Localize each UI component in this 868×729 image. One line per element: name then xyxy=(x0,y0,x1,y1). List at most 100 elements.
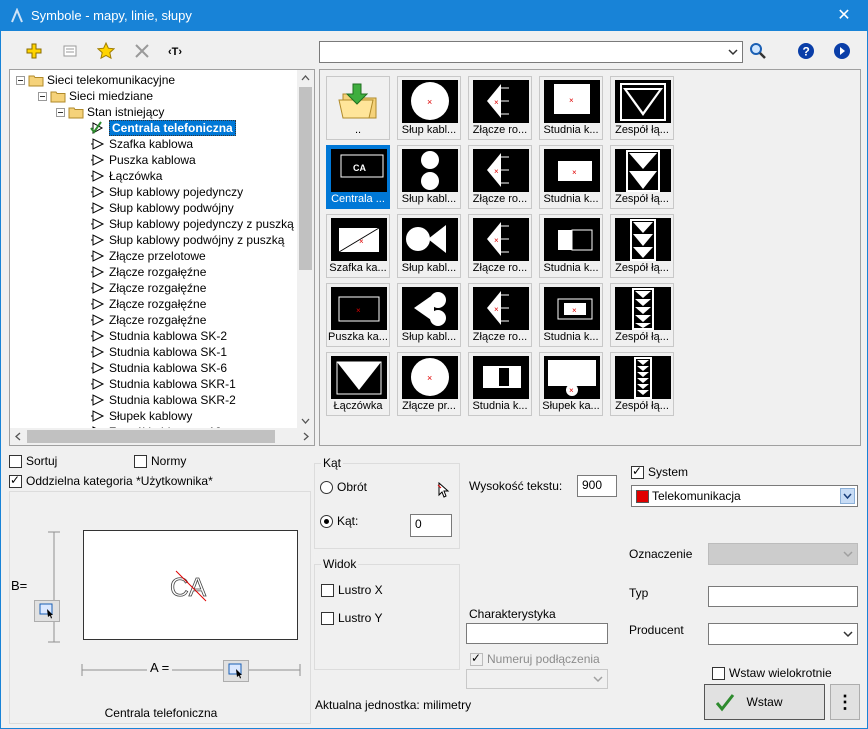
symbol-tile[interactable]: Studnia k... xyxy=(468,352,532,416)
insert-button[interactable]: Wstaw xyxy=(704,684,825,720)
tree-item[interactable]: Puszka kablowa xyxy=(90,152,196,168)
symbol-tile[interactable]: Łączówka xyxy=(326,352,390,416)
tree-item[interactable]: Studnia kablowa SKR-2 xyxy=(90,392,236,408)
search-icon[interactable] xyxy=(745,39,771,63)
symbol-tile[interactable]: × Studnia k... xyxy=(539,283,603,347)
symbol-tile[interactable]: Zespół łą... xyxy=(610,352,674,416)
separate-category-checkbox-box[interactable] xyxy=(9,473,22,488)
mirror-x-checkbox-box[interactable] xyxy=(321,583,334,597)
scroll-down-icon[interactable] xyxy=(297,412,314,429)
symbol-tile[interactable]: × Złącze ro... xyxy=(468,283,532,347)
tree-item[interactable]: Słup kablowy podwójny z puszką xyxy=(90,232,284,248)
characteristic-input[interactable] xyxy=(466,623,608,644)
symbol-tile[interactable]: × Złącze ro... xyxy=(468,214,532,278)
symbol-tile[interactable]: Słup kabl... xyxy=(397,283,461,347)
tree-item[interactable]: Słupek kablowy xyxy=(90,408,192,424)
insert-multiple-checkbox[interactable]: Wstaw wielokrotnie xyxy=(712,666,832,680)
symbol-tile[interactable]: Słup kabl... xyxy=(397,214,461,278)
system-select[interactable]: Telekomunikacja xyxy=(631,485,858,507)
tree-item[interactable]: Łączówka xyxy=(90,168,162,184)
mirror-x-checkbox[interactable]: Lustro X xyxy=(321,583,383,597)
tree-item[interactable]: Sieci miedziane xyxy=(38,88,153,104)
mirror-y-checkbox-box[interactable] xyxy=(321,611,334,625)
cursor-pick-icon[interactable] xyxy=(437,482,451,500)
search-combo[interactable] xyxy=(319,41,743,63)
next-icon[interactable] xyxy=(829,39,855,63)
tree-item[interactable]: Złącze przelotowe xyxy=(90,248,206,264)
symbol-tile[interactable]: × Słup kabl... xyxy=(397,76,461,140)
norms-checkbox[interactable]: Normy xyxy=(134,454,186,468)
symbol-tile[interactable]: CA Centrala ... xyxy=(326,145,390,209)
chevron-down-icon[interactable] xyxy=(591,672,605,686)
system-checkbox-box[interactable] xyxy=(631,464,644,479)
tree-item[interactable]: Złącze rozgałęźne xyxy=(90,296,206,312)
tree-item[interactable]: Słup kablowy pojedynczy z puszką xyxy=(90,216,294,232)
scroll-thumb[interactable] xyxy=(299,87,312,270)
properties-icon[interactable] xyxy=(57,39,83,63)
symbol-tile[interactable]: × Szafka ka... xyxy=(326,214,390,278)
pick-a-button[interactable] xyxy=(223,660,249,682)
scroll-left-icon[interactable] xyxy=(10,428,27,445)
connections-combo[interactable] xyxy=(466,669,608,689)
chevron-down-icon[interactable] xyxy=(841,547,855,561)
designation-select[interactable] xyxy=(708,543,858,565)
number-connections-checkbox[interactable]: Numeruj podłączenia xyxy=(470,651,600,666)
tree-item[interactable]: Centrala telefoniczna xyxy=(90,120,236,136)
norms-checkbox-box[interactable] xyxy=(134,454,147,468)
tree-vertical-scrollbar[interactable] xyxy=(297,70,314,429)
tree-horizontal-scrollbar[interactable] xyxy=(10,428,314,445)
tree-item[interactable]: Szafka kablowa xyxy=(90,136,193,152)
text-tag-icon[interactable]: ‹T› xyxy=(165,39,191,63)
type-input[interactable] xyxy=(708,586,858,607)
angle-radio-dot[interactable] xyxy=(320,514,333,528)
scroll-up-icon[interactable] xyxy=(297,70,314,87)
chevron-down-icon[interactable] xyxy=(726,45,740,59)
mirror-y-checkbox[interactable]: Lustro Y xyxy=(321,611,382,625)
symbol-gallery[interactable]: .. × Słup kabl... × Złącze ro... × Studnia k..… xyxy=(319,69,861,446)
chevron-down-icon[interactable] xyxy=(840,488,855,504)
tree-item[interactable]: Studnia kablowa SK-1 xyxy=(90,344,227,360)
scroll-right-icon[interactable] xyxy=(297,428,314,445)
rotation-radio[interactable]: Obrót xyxy=(320,480,367,494)
text-height-input[interactable]: 900 xyxy=(577,475,617,497)
symbol-tile[interactable]: × Złącze ro... xyxy=(468,76,532,140)
hscroll-thumb[interactable] xyxy=(27,430,275,443)
tree-item[interactable]: Studnia kablowa SK-2 xyxy=(90,328,227,344)
tree-item[interactable]: Słup kablowy pojedynczy xyxy=(90,184,243,200)
tree-item[interactable]: Złącze rozgałęźne xyxy=(90,312,206,328)
tree-item[interactable]: Złącze rozgałęźne xyxy=(90,280,206,296)
symbol-tile[interactable]: × Puszka ka... xyxy=(326,283,390,347)
separate-category-checkbox[interactable]: Oddzielna kategoria *Użytkownika* xyxy=(9,473,213,488)
angle-input[interactable]: 0 xyxy=(410,514,452,537)
category-tree[interactable]: Sieci telekomunikacyjne Sieci miedziane St… xyxy=(9,69,315,446)
insert-multiple-checkbox-box[interactable] xyxy=(712,666,725,680)
tree-item[interactable]: Słup kablowy podwójny xyxy=(90,200,234,216)
symbol-tile[interactable]: Zespół łą... xyxy=(610,283,674,347)
symbol-tile[interactable]: Zespół łą... xyxy=(610,214,674,278)
close-button[interactable]: ✕ xyxy=(821,1,867,31)
symbol-tile[interactable]: × Słupek ka... xyxy=(539,352,603,416)
collapse-icon[interactable] xyxy=(56,107,65,117)
chevron-down-icon[interactable] xyxy=(841,627,855,641)
symbol-tile[interactable]: × Złącze ro... xyxy=(468,145,532,209)
rotation-radio-dot[interactable] xyxy=(320,480,333,494)
sort-checkbox[interactable]: Sortuj xyxy=(9,454,57,468)
more-options-button[interactable]: ⋮ xyxy=(830,684,860,720)
favorite-star-icon[interactable] xyxy=(93,39,119,63)
collapse-icon[interactable] xyxy=(16,75,25,85)
symbol-tile[interactable]: × Złącze pr... xyxy=(397,352,461,416)
tree-item[interactable]: Sieci telekomunikacyjne xyxy=(16,72,175,88)
symbol-tile[interactable]: Zespół łą... xyxy=(610,76,674,140)
add-icon[interactable] xyxy=(21,39,47,63)
help-icon[interactable]: ? xyxy=(793,39,819,63)
angle-radio[interactable]: Kąt: xyxy=(320,514,358,528)
symbol-tile[interactable]: × Studnia k... xyxy=(539,76,603,140)
number-connections-checkbox-box[interactable] xyxy=(470,651,483,666)
pick-b-button[interactable] xyxy=(34,600,60,622)
collapse-icon[interactable] xyxy=(38,91,47,101)
system-checkbox[interactable]: System xyxy=(631,464,688,479)
tree-item[interactable]: Studnia kablowa SKR-1 xyxy=(90,376,236,392)
tree-item[interactable]: Stan istniejący xyxy=(56,104,164,120)
producer-select[interactable] xyxy=(708,623,858,645)
symbol-tile[interactable]: .. xyxy=(326,76,390,140)
